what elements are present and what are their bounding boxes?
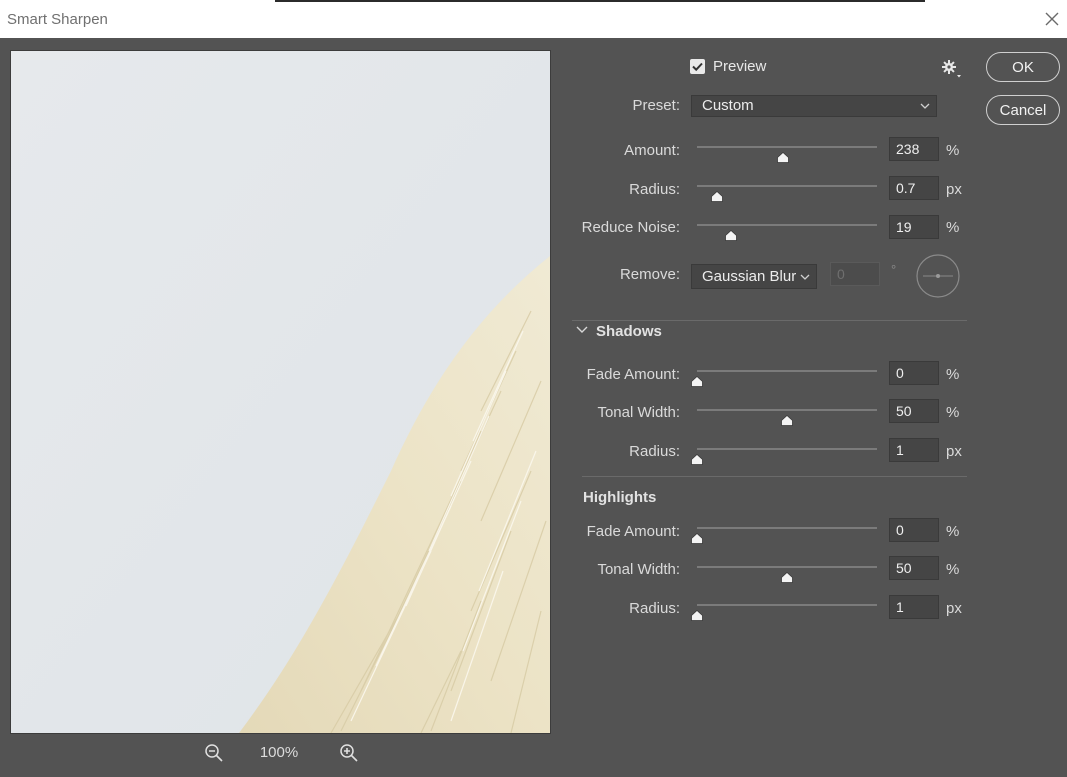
radius-unit: px (946, 181, 962, 198)
highlights-radius-field[interactable]: 1 (889, 595, 939, 619)
highlights-tonal-slider-thumb[interactable] (781, 572, 793, 583)
reduce-noise-field[interactable]: 19 (889, 215, 939, 239)
shadows-tonal-slider-thumb[interactable] (781, 415, 793, 426)
shadows-fade-unit: % (946, 366, 960, 383)
highlights-fade-unit: % (946, 523, 960, 540)
amount-field[interactable]: 238 (889, 137, 939, 161)
highlights-fade-label: Fade Amount: (586, 523, 680, 540)
reduce-noise-label: Reduce Noise: (581, 219, 680, 236)
amount-unit: % (946, 142, 960, 159)
preview-label[interactable]: Preview (713, 58, 766, 75)
remove-select[interactable]: Gaussian Blur (691, 264, 817, 289)
title-bar: Smart Sharpen (0, 0, 1067, 38)
angle-field: 0 (830, 262, 880, 286)
highlights-title[interactable]: Highlights (583, 489, 656, 506)
zoom-in-icon[interactable] (338, 742, 360, 764)
highlights-tonal-label: Tonal Width: (597, 561, 680, 578)
shadows-tonal-field[interactable]: 50 (889, 399, 939, 423)
radius-field[interactable]: 0.7 (889, 176, 939, 200)
reduce-noise-slider-track[interactable] (697, 224, 877, 226)
highlights-radius-slider-thumb[interactable] (691, 610, 703, 621)
close-icon[interactable] (1041, 8, 1063, 30)
angle-dial (915, 253, 961, 299)
amount-label: Amount: (624, 142, 680, 159)
amount-slider-track[interactable] (697, 146, 877, 148)
ok-button[interactable]: OK (986, 52, 1060, 82)
highlights-divider (582, 476, 967, 477)
chevron-down-icon[interactable] (575, 323, 589, 335)
preview-checkbox[interactable] (690, 59, 705, 74)
radius-label: Radius: (629, 181, 680, 198)
remove-label: Remove: (619, 266, 680, 283)
preset-select[interactable]: Custom (691, 95, 937, 117)
shadows-tonal-unit: % (946, 404, 960, 421)
shadows-divider (572, 320, 967, 321)
shadows-radius-label: Radius: (629, 443, 680, 460)
shadows-radius-slider-track[interactable] (697, 448, 877, 450)
shadows-fade-field[interactable]: 0 (889, 361, 939, 385)
highlights-radius-label: Radius: (629, 600, 680, 617)
preset-label: Preset: (632, 97, 680, 114)
title-accent (275, 0, 925, 2)
zoom-out-icon[interactable] (203, 742, 225, 764)
amount-slider-thumb[interactable] (776, 152, 789, 163)
shadows-fade-slider-track[interactable] (697, 370, 877, 372)
chevron-down-icon (799, 267, 811, 287)
reduce-noise-unit: % (946, 219, 960, 236)
shadows-radius-unit: px (946, 443, 962, 460)
highlights-tonal-field[interactable]: 50 (889, 556, 939, 580)
angle-unit: ° (891, 262, 897, 277)
radius-slider-track[interactable] (697, 185, 877, 187)
remove-value: Gaussian Blur (702, 268, 797, 285)
shadows-tonal-label: Tonal Width: (597, 404, 680, 421)
highlights-fade-slider-track[interactable] (697, 527, 877, 529)
radius-slider-thumb[interactable] (710, 191, 723, 202)
highlights-tonal-slider-track[interactable] (697, 566, 877, 568)
zoom-level: 100% (259, 744, 299, 761)
chevron-down-icon (919, 96, 931, 116)
shadows-fade-slider-thumb[interactable] (691, 376, 703, 387)
checkmark-icon (692, 62, 703, 72)
cancel-button[interactable]: Cancel (986, 95, 1060, 125)
shadows-radius-field[interactable]: 1 (889, 438, 939, 462)
highlights-tonal-unit: % (946, 561, 960, 578)
highlights-radius-slider-track[interactable] (697, 604, 877, 606)
shadows-tonal-slider-track[interactable] (697, 409, 877, 411)
preset-value: Custom (702, 97, 754, 114)
shadows-title[interactable]: Shadows (596, 323, 662, 340)
window-title: Smart Sharpen (7, 11, 108, 28)
reduce-noise-slider-thumb[interactable] (725, 230, 738, 241)
highlights-radius-unit: px (946, 600, 962, 617)
highlights-fade-slider-thumb[interactable] (691, 533, 703, 544)
shadows-fade-label: Fade Amount: (586, 366, 680, 383)
gear-icon[interactable] (940, 58, 964, 80)
shadows-radius-slider-thumb[interactable] (691, 454, 703, 465)
highlights-fade-field[interactable]: 0 (889, 518, 939, 542)
preview-image[interactable] (10, 50, 551, 734)
